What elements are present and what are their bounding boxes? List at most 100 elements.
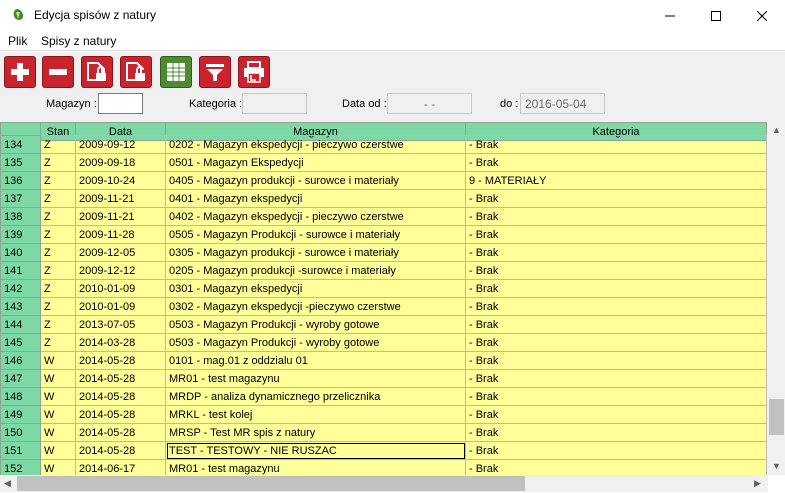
table-row[interactable]: 139 Z 2009-11-28 0505 - Magazyn Produkcji -…	[0, 225, 767, 244]
row-number[interactable]: 149	[0, 405, 41, 424]
cell-date[interactable]: 2009-12-05	[75, 243, 166, 262]
cell-warehouse[interactable]: 0405 - Magazyn produkcji - surowce i mat…	[165, 171, 466, 190]
cell-status[interactable]: Z	[40, 261, 76, 280]
cell-status[interactable]: Z	[40, 315, 76, 334]
row-number[interactable]: 145	[0, 333, 41, 352]
cell-category[interactable]: - Brak	[465, 405, 767, 424]
horizontal-scrollbar[interactable]: ◀ ▶	[0, 475, 768, 492]
table-row[interactable]: 142 Z 2010-01-09 0301 - Magazyn ekspedycji …	[0, 279, 767, 298]
cell-date[interactable]: 2014-06-17	[75, 459, 166, 475]
cell-category[interactable]: - Brak	[465, 351, 767, 370]
spreadsheet-button[interactable]	[160, 56, 192, 88]
table-row[interactable]: 149 W 2014-05-28 MRKL - test kolej - Brak	[0, 405, 767, 424]
cell-category[interactable]: - Brak	[465, 459, 767, 475]
close-button[interactable]	[739, 0, 785, 31]
table-row[interactable]: 152 W 2014-06-17 MR01 - test magazynu - Bra…	[0, 459, 767, 475]
table-row[interactable]: 135 Z 2009-09-18 0501 - Magazyn Ekspedycji …	[0, 153, 767, 172]
table-row[interactable]: 134 Z 2009-09-12 0202 - Magazyn ekspedycji …	[0, 135, 767, 154]
print-button[interactable]	[238, 56, 270, 88]
row-number[interactable]: 142	[0, 279, 41, 298]
cell-warehouse[interactable]: 0503 - Magazyn Produkcji - wyroby gotowe	[165, 315, 466, 334]
cell-date[interactable]: 2013-07-05	[75, 315, 166, 334]
row-number[interactable]: 137	[0, 189, 41, 208]
cell-category[interactable]: - Brak	[465, 441, 767, 460]
cell-warehouse[interactable]: MRSP - Test MR spis z natury	[165, 423, 466, 442]
cell-status[interactable]: Z	[40, 135, 76, 154]
cell-warehouse[interactable]: 0101 - mag.01 z oddzialu 01	[165, 351, 466, 370]
cell-category[interactable]: - Brak	[465, 333, 767, 352]
cell-warehouse[interactable]: MRDP - analiza dynamicznego przelicznika	[165, 387, 466, 406]
cell-date[interactable]: 2009-12-12	[75, 261, 166, 280]
cell-category[interactable]: - Brak	[465, 261, 767, 280]
table-row[interactable]: 144 Z 2013-07-05 0503 - Magazyn Produkcji -…	[0, 315, 767, 334]
cell-category[interactable]: - Brak	[465, 207, 767, 226]
cell-category[interactable]: - Brak	[465, 387, 767, 406]
menu-file[interactable]: Plik	[8, 34, 27, 48]
row-number[interactable]: 140	[0, 243, 41, 262]
row-number[interactable]: 150	[0, 423, 41, 442]
cell-status[interactable]: Z	[40, 189, 76, 208]
table-row[interactable]: 151 W 2014-05-28 TEST - TESTOWY - NIE RUSZA…	[0, 441, 767, 460]
cell-category[interactable]: - Brak	[465, 423, 767, 442]
lock-button[interactable]	[81, 56, 113, 88]
cell-category[interactable]: - Brak	[465, 315, 767, 334]
cell-date[interactable]: 2014-05-28	[75, 423, 166, 442]
cell-date[interactable]: 2014-03-28	[75, 333, 166, 352]
table-row[interactable]: 137 Z 2009-11-21 0401 - Magazyn ekspedycji …	[0, 189, 767, 208]
cell-date[interactable]: 2014-05-28	[75, 405, 166, 424]
cell-warehouse[interactable]: 0302 - Magazyn ekspedycji -pieczywo czer…	[165, 297, 466, 316]
scroll-left-icon[interactable]: ◀	[4, 478, 11, 489]
category-input[interactable]	[242, 93, 307, 114]
cell-warehouse[interactable]: 0402 - Magazyn ekspedycji - pieczywo cze…	[165, 207, 466, 226]
cell-status[interactable]: Z	[40, 279, 76, 298]
cell-date[interactable]: 2014-05-28	[75, 441, 166, 460]
cell-category[interactable]: - Brak	[465, 279, 767, 298]
cell-category[interactable]: - Brak	[465, 153, 767, 172]
row-number[interactable]: 152	[0, 459, 41, 475]
remove-button[interactable]	[42, 56, 74, 88]
cell-warehouse[interactable]: 0501 - Magazyn Ekspedycji	[165, 153, 466, 172]
row-number[interactable]: 134	[0, 135, 41, 154]
cell-date[interactable]: 2014-05-28	[75, 369, 166, 388]
row-number[interactable]: 147	[0, 369, 41, 388]
unlock-button[interactable]	[120, 56, 152, 88]
cell-category[interactable]: - Brak	[465, 243, 767, 262]
cell-warehouse[interactable]: 0305 - Magazyn produkcji - surowce i mat…	[165, 243, 466, 262]
cell-status[interactable]: W	[40, 405, 76, 424]
row-number[interactable]: 143	[0, 297, 41, 316]
table-row[interactable]: 136 Z 2009-10-24 0405 - Magazyn produkcji -…	[0, 171, 767, 190]
row-number[interactable]: 135	[0, 153, 41, 172]
cell-category[interactable]: 9 - MATERIAŁY	[465, 171, 767, 190]
row-number[interactable]: 151	[0, 441, 41, 460]
table-row[interactable]: 147 W 2014-05-28 MR01 - test magazynu - Bra…	[0, 369, 767, 388]
cell-warehouse[interactable]: MR01 - test magazynu	[165, 369, 466, 388]
cell-category[interactable]: - Brak	[465, 189, 767, 208]
cell-status[interactable]: Z	[40, 153, 76, 172]
add-button[interactable]	[4, 56, 36, 88]
row-number[interactable]: 139	[0, 225, 41, 244]
cell-warehouse[interactable]: TEST - TESTOWY - NIE RUSZAC	[165, 441, 466, 460]
scroll-down-icon[interactable]: ▼	[772, 461, 781, 471]
cell-warehouse[interactable]: 0505 - Magazyn Produkcji - surowce i mat…	[165, 225, 466, 244]
row-number[interactable]: 138	[0, 207, 41, 226]
cell-warehouse[interactable]: 0301 - Magazyn ekspedycji	[165, 279, 466, 298]
cell-category[interactable]: - Brak	[465, 369, 767, 388]
minimize-button[interactable]	[647, 0, 693, 31]
cell-status[interactable]: W	[40, 387, 76, 406]
cell-status[interactable]: Z	[40, 207, 76, 226]
date-from-input[interactable]: - -	[387, 93, 472, 114]
cell-date[interactable]: 2009-10-24	[75, 171, 166, 190]
vertical-scroll-thumb[interactable]	[769, 399, 784, 435]
cell-category[interactable]: - Brak	[465, 225, 767, 244]
table-row[interactable]: 140 Z 2009-12-05 0305 - Magazyn produkcji -…	[0, 243, 767, 262]
maximize-button[interactable]	[693, 0, 739, 31]
cell-status[interactable]: W	[40, 369, 76, 388]
cell-date[interactable]: 2010-01-09	[75, 297, 166, 316]
row-number[interactable]: 148	[0, 387, 41, 406]
cell-category[interactable]: - Brak	[465, 135, 767, 154]
row-number[interactable]: 144	[0, 315, 41, 334]
cell-status[interactable]: W	[40, 459, 76, 475]
cell-date[interactable]: 2010-01-09	[75, 279, 166, 298]
table-row[interactable]: 150 W 2014-05-28 MRSP - Test MR spis z natu…	[0, 423, 767, 442]
cell-date[interactable]: 2009-09-12	[75, 135, 166, 154]
